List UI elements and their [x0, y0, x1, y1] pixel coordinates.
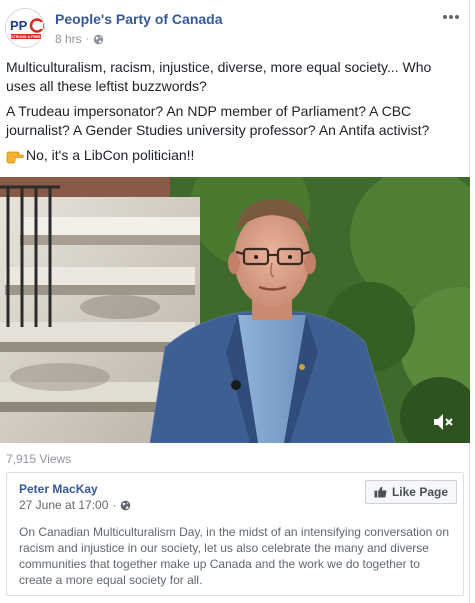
post-meta: 8 hrs · [55, 32, 104, 46]
post-paragraph-3-row: No, it's a LibCon politician!! [6, 146, 464, 165]
speaker-muted-icon[interactable] [432, 411, 456, 433]
page-name-link[interactable]: People's Party of Canada [55, 11, 223, 27]
post-timestamp[interactable]: 8 hrs [55, 32, 82, 46]
video-view-count: 7,915 Views [6, 452, 72, 466]
post-body: Multiculturalism, racism, injustice, div… [6, 58, 464, 171]
post-paragraph-1: Multiculturalism, racism, injustice, div… [6, 59, 432, 94]
svg-text:STRONG & FREE: STRONG & FREE [11, 35, 41, 39]
shared-post-text: On Canadian Multiculturalism Day, in the… [19, 525, 449, 587]
pointing-right-icon [6, 151, 24, 163]
shared-date[interactable]: 27 June at 17:00 [19, 498, 108, 512]
more-horizontal-icon[interactable] [441, 10, 461, 24]
thumbs-up-icon [374, 486, 387, 498]
globe-icon[interactable] [93, 34, 104, 45]
like-page-label: Like Page [391, 485, 448, 499]
svg-text:PP: PP [10, 18, 28, 33]
like-page-button[interactable]: Like Page [364, 480, 457, 504]
post-paragraph-2: A Trudeau impersonator? An NDP member of… [6, 103, 430, 138]
post-paragraph-3: No, it's a LibCon politician!! [26, 147, 195, 163]
ppc-logo-icon: PP STRONG & FREE [6, 9, 44, 47]
globe-icon[interactable] [120, 500, 131, 511]
shared-meta: 27 June at 17:00 · [19, 498, 131, 512]
page-avatar[interactable]: PP STRONG & FREE [5, 8, 45, 48]
meta-separator: · [85, 33, 90, 45]
post-header: PP STRONG & FREE People's Party of Canad… [5, 8, 465, 52]
shared-meta-separator: · [112, 498, 117, 512]
shared-author-link[interactable]: Peter MacKay [19, 482, 98, 496]
shared-post-card: Peter MacKay 27 June at 17:00 · Like Pag… [6, 472, 464, 596]
facebook-post: PP STRONG & FREE People's Party of Canad… [0, 0, 470, 603]
video-frame [0, 177, 470, 443]
video-player[interactable] [0, 177, 470, 443]
